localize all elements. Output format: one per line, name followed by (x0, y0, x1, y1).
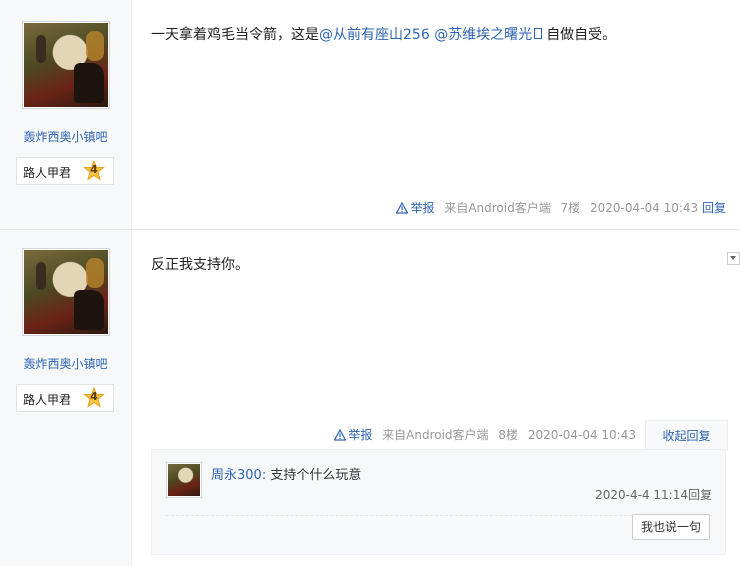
author-avatar[interactable] (22, 248, 110, 336)
post-content: 一天拿着鸡毛当令箭，这是@从前有座山256 @苏维埃之曙光 自做自受。 (151, 24, 616, 44)
mention-link[interactable]: @从前有座山256 (319, 27, 430, 43)
author-username[interactable]: 轰炸西奥小镇吧 (0, 128, 131, 145)
post-tail: 举报 来自Android客户端 8楼 2020-04-04 10:43 (328, 426, 636, 443)
client-source: 来自Android客户端 (444, 201, 551, 215)
post-time: 2020-04-04 10:43 (527, 428, 636, 442)
post-floor-7: 轰炸西奥小镇吧 路人甲君 4 一天拿着鸡毛当令箭，这是@从前有座山256 @苏维… (0, 0, 740, 230)
content-prefix: 一天拿着鸡毛当令箭，这是 (151, 27, 319, 43)
avatar-image (24, 23, 108, 107)
report-label: 举报 (348, 428, 373, 442)
sub-reply-time: 2020-4-4 11:14 (595, 488, 688, 502)
floor-number: 7楼 (560, 201, 581, 215)
sub-reply-avatar[interactable] (166, 462, 202, 498)
dropdown-icon[interactable] (727, 252, 740, 265)
badge-level: 4 (90, 390, 98, 403)
report-label: 举报 (410, 201, 435, 215)
mention-end-glyph (534, 28, 543, 39)
content-suffix: 自做自受。 (546, 27, 617, 43)
sub-reply-item: 周永300: 支持个什么玩意 2020-4-4 11:14回复 (166, 462, 712, 516)
sub-reply-author[interactable]: 周永300: (211, 468, 266, 483)
post-tail: 举报 来自Android客户端 7楼 2020-04-04 10:43 回复 (390, 199, 726, 216)
warning-icon (396, 202, 409, 214)
report-link[interactable]: 举报 (334, 428, 376, 442)
sub-reply-panel: 周永300: 支持个什么玩意 2020-4-4 11:14回复 我也说一句 (151, 449, 726, 555)
badge-title: 路人甲君 (23, 166, 72, 180)
warning-icon (334, 429, 347, 441)
mention-link[interactable]: @苏维埃之曙光 (434, 27, 532, 43)
author-sidebar: 轰炸西奥小镇吧 路人甲君 4 (0, 0, 132, 229)
say-something-button[interactable]: 我也说一句 (632, 514, 710, 540)
author-username[interactable]: 轰炸西奥小镇吧 (0, 355, 131, 372)
author-badge[interactable]: 路人甲君 4 (16, 157, 114, 185)
author-avatar[interactable] (22, 21, 110, 109)
post-content: 反正我支持你。 (151, 257, 249, 273)
author-sidebar: 轰炸西奥小镇吧 路人甲君 4 (0, 230, 132, 566)
sub-reply-reply-link[interactable]: 回复 (688, 488, 712, 502)
report-link[interactable]: 举报 (396, 201, 438, 215)
floor-number: 8楼 (498, 428, 519, 442)
post-time: 2020-04-04 10:43 (590, 201, 699, 215)
badge-title: 路人甲君 (23, 393, 72, 407)
avatar-image (24, 250, 108, 334)
badge-level: 4 (90, 163, 98, 176)
sub-reply-content: 周永300: 支持个什么玩意 (211, 464, 361, 483)
sub-reply-text: 支持个什么玩意 (270, 468, 362, 483)
client-source: 来自Android客户端 (382, 428, 489, 442)
author-badge[interactable]: 路人甲君 4 (16, 384, 114, 412)
reply-link[interactable]: 回复 (702, 201, 726, 215)
collapse-replies-button[interactable]: 收起回复 (645, 420, 728, 451)
post-floor-8: 轰炸西奥小镇吧 路人甲君 4 反正我支持你。 举报 来自Android客户端 8… (0, 230, 740, 566)
sub-reply-meta: 2020-4-4 11:14回复 (591, 486, 712, 503)
